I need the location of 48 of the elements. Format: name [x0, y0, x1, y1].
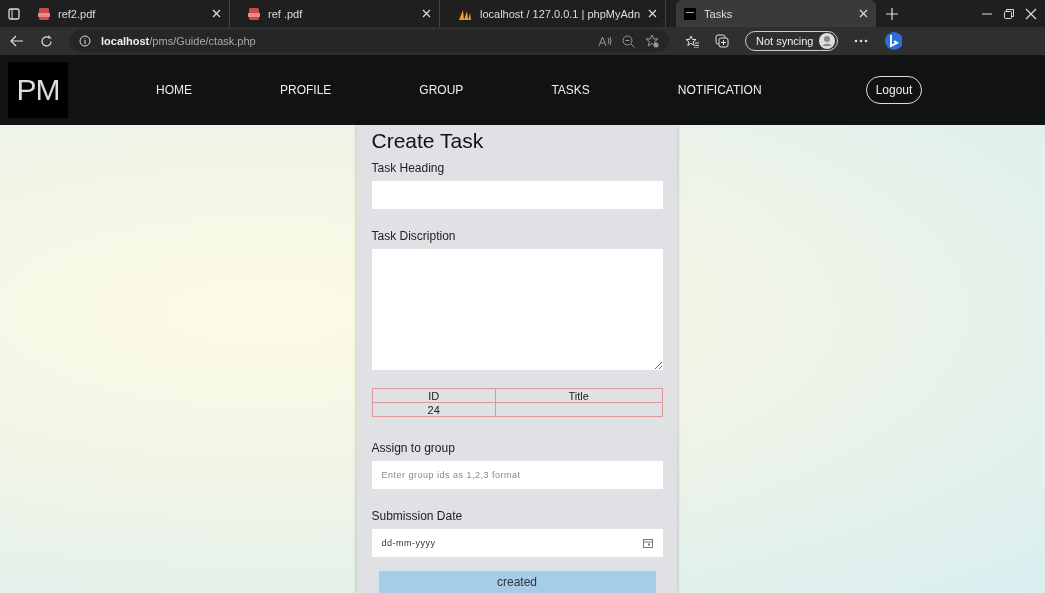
restore-icon[interactable]: [1003, 7, 1015, 20]
field-label: Task Heading: [371, 161, 446, 175]
pdf-file-icon: [248, 7, 260, 20]
tab-title: Tasks: [704, 7, 734, 20]
tab-title: ref .pdf: [268, 7, 304, 20]
pdf-file-icon: [38, 7, 50, 20]
nav-link[interactable]: HOME: [156, 83, 192, 97]
text-field[interactable]: Enter group ids as 1,2,3 format: [371, 461, 663, 489]
back-arrow-icon[interactable]: [10, 35, 24, 47]
tab-title: ref2.pdf: [58, 7, 97, 20]
info-icon: [79, 35, 91, 47]
pm-logo-icon: [684, 7, 696, 20]
tab-actions-icon[interactable]: [8, 7, 20, 20]
nav-link[interactable]: GROUP: [419, 83, 464, 97]
zoom-out-icon[interactable]: [622, 34, 635, 48]
close-icon[interactable]: [422, 9, 431, 18]
address-bar[interactable]: localhost/pms/Guide/ctask.php: [69, 30, 669, 52]
logo: PM: [8, 62, 68, 118]
column-header: Title: [495, 388, 662, 403]
favorites-icon[interactable]: [685, 34, 699, 48]
field-label: Task Discription: [371, 229, 457, 243]
field-label: Assign to group: [371, 441, 456, 455]
close-icon[interactable]: [212, 9, 221, 18]
nav-link[interactable]: NOTIFICATION: [677, 83, 762, 97]
form-title: Create Task: [371, 129, 485, 153]
text-field[interactable]: [371, 181, 663, 209]
more-options-icon[interactable]: [854, 39, 869, 43]
refresh-icon[interactable]: [40, 34, 53, 48]
close-icon[interactable]: [1025, 7, 1037, 20]
close-icon[interactable]: [859, 9, 868, 18]
table-cell: 24: [372, 402, 496, 417]
submit-button[interactable]: created: [378, 571, 656, 593]
browser-tab[interactable]: Tasks: [676, 0, 876, 27]
new-tab-icon[interactable]: [886, 7, 898, 20]
chat-logo-icon[interactable]: [884, 31, 903, 51]
tab-title: localhost / 127.0.0.1 | phpMyAdn: [480, 7, 640, 20]
date-field[interactable]: dd-mm-yyyy: [371, 529, 663, 557]
nav-link[interactable]: PROFILE: [280, 83, 332, 97]
calendar-icon[interactable]: [642, 538, 653, 548]
url-text: localhost/pms/Guide/ctask.php: [101, 35, 256, 47]
avatar-icon: [819, 33, 836, 49]
field-label: Submission Date: [371, 509, 464, 523]
add-favorite-icon[interactable]: [645, 34, 659, 48]
close-icon[interactable]: [648, 9, 657, 18]
collections-icon[interactable]: [715, 34, 729, 48]
read-aloud-icon[interactable]: [598, 35, 612, 47]
column-header: ID: [372, 388, 496, 403]
nav-link[interactable]: TASKS: [551, 83, 590, 97]
